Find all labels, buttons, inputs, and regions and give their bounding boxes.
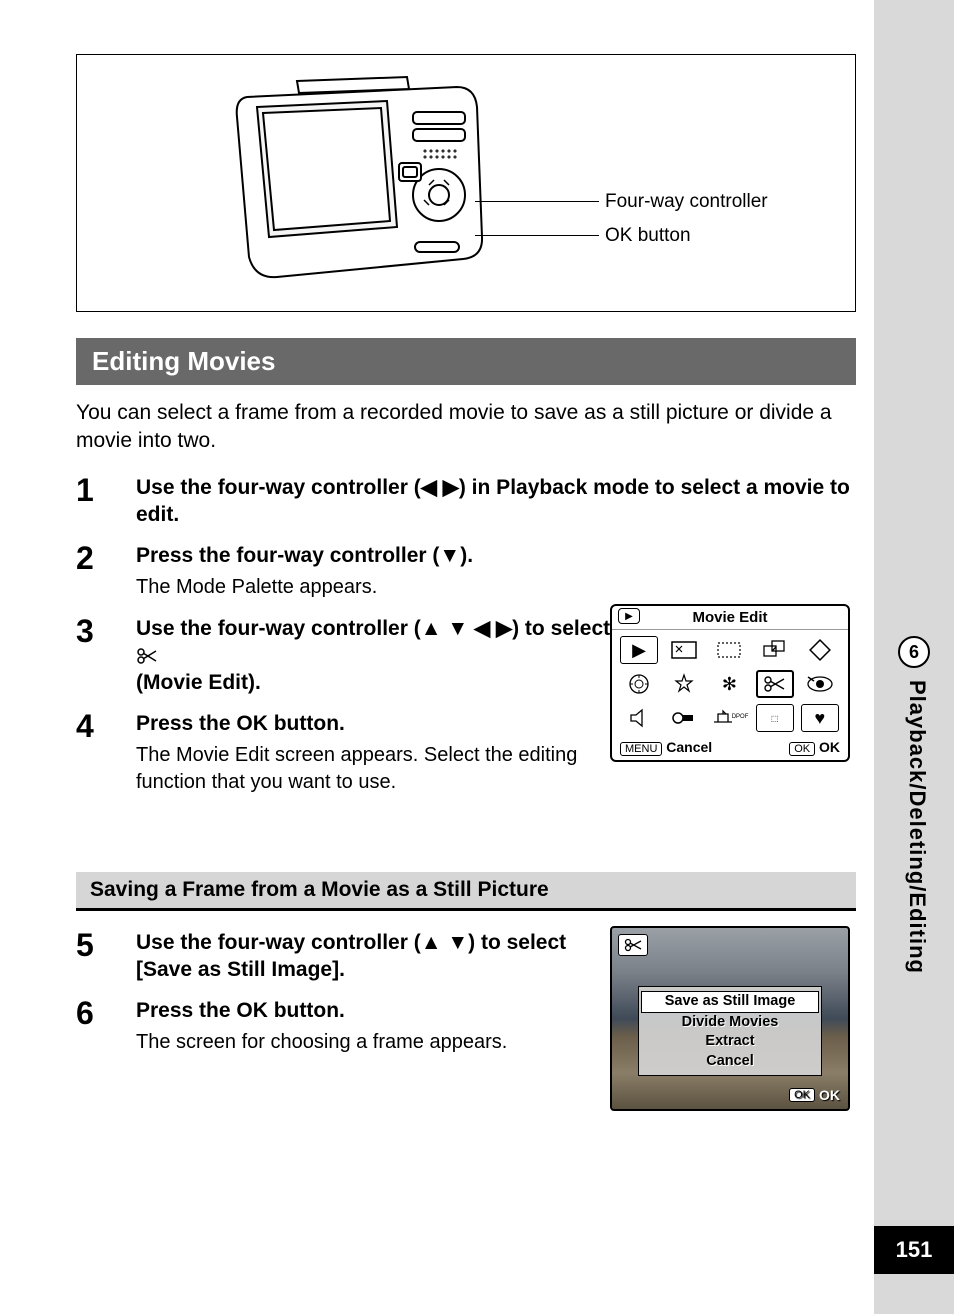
step-number: 3 (76, 615, 136, 697)
scissors-icon (618, 934, 648, 956)
play-mode-icon: ▶ (618, 608, 640, 624)
chapter-title: Playback/Deleting/Editing (904, 680, 930, 974)
section-heading: Editing Movies (76, 338, 856, 385)
menu-ok-label: OK (819, 1087, 840, 1103)
palette-rotate-icon (801, 636, 839, 664)
callout-ok: OK button (605, 225, 691, 247)
arrow-up-down-icon: ▲ ▼ (421, 931, 468, 954)
menu-key-icon: MENU (620, 742, 662, 756)
intro-text: You can select a frame from a recorded m… (76, 399, 856, 456)
step-subtext: The screen for choosing a frame appears. (136, 1029, 576, 1056)
palette-title: Movie Edit (692, 609, 767, 626)
step-number: 4 (76, 710, 136, 795)
step-number: 6 (76, 997, 136, 1055)
menu-item-divide: Divide Movies (639, 1013, 821, 1033)
subsection-heading: Saving a Frame from a Movie as a Still P… (76, 872, 856, 911)
menu-item-cancel: Cancel (639, 1052, 821, 1072)
ok-key-icon: OK (789, 1088, 815, 1102)
step-heading: Use the four-way controller (◀ ▶) in Pla… (136, 474, 856, 529)
palette-trimming-icon (710, 636, 748, 664)
palette-dpof-icon: DPOF (710, 704, 748, 732)
page-number: 151 (874, 1226, 954, 1274)
step-number: 1 (76, 474, 136, 529)
palette-ok-label: OK (819, 739, 840, 755)
step-1: 1 Use the four-way controller (◀ ▶) in P… (76, 474, 856, 529)
palette-resize-icon (665, 636, 703, 664)
arrow-left-right-icon: ◀ ▶ (421, 476, 459, 499)
menu-item-extract: Extract (639, 1032, 821, 1052)
step-heading: Press the OK button. (136, 997, 576, 1024)
palette-voice-icon (620, 704, 658, 732)
step-heading: Use the four-way controller (▲ ▼ ◀ ▶) to… (136, 615, 616, 697)
movie-edit-menu-screen: Save as Still Image Divide Movies Extrac… (610, 926, 850, 1111)
palette-movie-edit-icon (756, 670, 794, 698)
step-subtext: The Mode Palette appears. (136, 574, 856, 601)
mode-palette-screen: ▶ Movie Edit ▶ ✻ DPOF ⬚ ♥ (610, 604, 850, 762)
scissors-icon (136, 644, 158, 667)
chapter-number-badge: 6 (898, 636, 930, 668)
step-subtext: The Movie Edit screen appears. Select th… (136, 742, 616, 796)
palette-brightness-icon (665, 670, 703, 698)
camera-diagram: Four-way controller OK button (76, 54, 856, 312)
step-number: 2 (76, 542, 136, 600)
palette-filter-icon (620, 670, 658, 698)
side-rail: 6 Playback/Deleting/Editing 151 (874, 0, 954, 1314)
palette-protect-icon (665, 704, 703, 732)
camera-illustration (207, 67, 507, 297)
menu-panel: Save as Still Image Divide Movies Extrac… (638, 986, 822, 1076)
palette-copy-icon (756, 636, 794, 664)
palette-favorite-icon: ♥ (801, 704, 839, 732)
palette-startup-icon: ⬚ (756, 704, 794, 732)
palette-cancel-label: Cancel (666, 739, 712, 755)
step-heading: Press the OK button. (136, 710, 616, 737)
step-2: 2 Press the four-way controller (▼). The… (76, 542, 856, 600)
arrow-all-icon: ▲ ▼ ◀ ▶ (421, 617, 512, 640)
callout-fourway: Four-way controller (605, 191, 768, 213)
palette-redeye-icon (801, 670, 839, 698)
step-heading: Press the four-way controller (▼). (136, 542, 856, 569)
menu-item-save-still: Save as Still Image (641, 991, 819, 1013)
step-number: 5 (76, 929, 136, 984)
palette-sparkle-icon: ✻ (710, 670, 748, 698)
arrow-down-icon: ▼ (439, 544, 460, 567)
palette-slideshow-icon: ▶ (620, 636, 658, 664)
ok-key-icon: OK (789, 742, 815, 756)
step-heading: Use the four-way controller (▲ ▼) to sel… (136, 929, 576, 984)
